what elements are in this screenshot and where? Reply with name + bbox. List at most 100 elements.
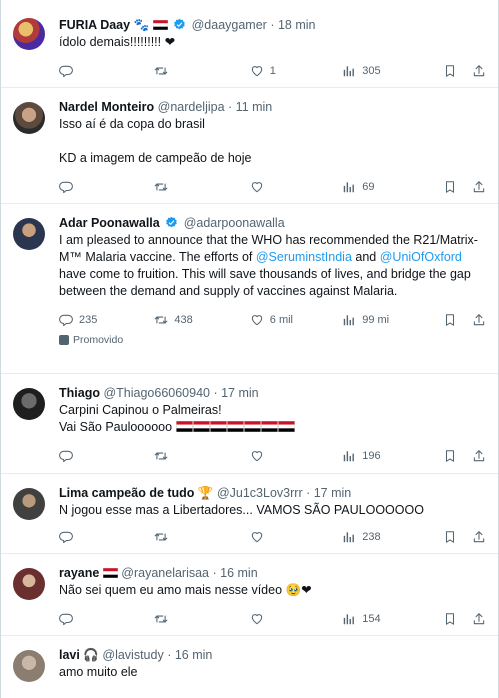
timestamp[interactable]: · 18 min [270, 18, 315, 32]
heart-icon [250, 64, 264, 78]
retweet-button[interactable] [154, 449, 249, 463]
share-button[interactable] [472, 530, 486, 544]
share-button[interactable] [472, 313, 486, 327]
paw-emoji: 🐾 [133, 18, 150, 32]
retweet-icon [154, 180, 168, 194]
avatar[interactable] [13, 102, 45, 134]
tweet-line: ídolo demais!!!!!!!!! ❤ [59, 35, 176, 49]
retweet-icon [154, 313, 168, 327]
action-bar: 154 [59, 604, 486, 634]
reply-button[interactable] [59, 612, 154, 626]
bookmark-button[interactable] [443, 313, 473, 327]
views-button[interactable]: 238 [342, 530, 442, 544]
retweet-button[interactable] [154, 180, 249, 194]
share-button[interactable] [472, 449, 486, 463]
reply-icon [59, 313, 73, 327]
bookmark-button[interactable] [443, 64, 473, 78]
tweet[interactable]: Thiago @Thiago66060940 · 17 min Carpini … [1, 374, 498, 474]
timestamp[interactable]: · 17 min [213, 386, 258, 400]
retweet-button[interactable] [154, 612, 249, 626]
heart-icon [250, 449, 264, 463]
heart-icon [250, 612, 264, 626]
retweet-button[interactable]: 438 [154, 313, 249, 327]
retweet-button[interactable] [154, 530, 249, 544]
tweet-text: I am pleased to announce that the WHO ha… [59, 233, 478, 298]
tweet-line: KD a imagem de campeão de hoje [59, 151, 252, 165]
author-handle[interactable]: @lavistudy [102, 648, 163, 662]
tweet[interactable]: rayane @rayanelarisaa · 16 min Não sei q… [1, 554, 498, 636]
tweet[interactable]: lavi 🎧 @lavistudy · 16 min amo muito ele [1, 636, 498, 698]
reply-icon [59, 612, 73, 626]
like-button[interactable]: 1 [250, 64, 342, 78]
tweet-text: ídolo demais!!!!!!!!! ❤ [59, 34, 486, 51]
author-name[interactable]: Adar Poonawalla [59, 216, 160, 230]
author-handle[interactable]: @Ju1c3Lov3rrr [217, 486, 303, 500]
tweet-line: N jogou esse mas a Libertadores... VAMOS… [59, 503, 424, 517]
timestamp[interactable]: · 11 min [228, 100, 272, 114]
reply-button[interactable] [59, 449, 154, 463]
reply-button[interactable] [59, 530, 154, 544]
mention-link[interactable]: @SeruminstIndia [256, 250, 352, 264]
share-button[interactable] [472, 180, 486, 194]
avatar[interactable] [13, 218, 45, 250]
like-button[interactable] [250, 449, 342, 463]
views-button[interactable]: 196 [342, 449, 442, 463]
action-bar: 69 [59, 172, 486, 202]
timestamp[interactable]: · 17 min [306, 486, 351, 500]
author-name[interactable]: Lima campeão de tudo 🏆 [59, 486, 213, 500]
share-icon [472, 530, 486, 544]
bookmark-button[interactable] [443, 612, 473, 626]
action-bar: 1 305 [59, 56, 486, 86]
views-button[interactable]: 305 [342, 64, 442, 78]
author-name[interactable]: rayane [59, 566, 99, 580]
author-handle[interactable]: @rayanelarisaa [121, 566, 209, 580]
like-button[interactable] [250, 612, 342, 626]
tweet[interactable]: Lima campeão de tudo 🏆 @Ju1c3Lov3rrr · 1… [1, 474, 498, 554]
like-button[interactable] [250, 530, 342, 544]
author-name[interactable]: Nardel Monteiro [59, 100, 154, 114]
flag-icon [153, 20, 168, 30]
action-bar: 238 [59, 522, 486, 552]
views-button[interactable]: 99 mi [342, 313, 442, 327]
avatar[interactable] [13, 568, 45, 600]
author-handle[interactable]: @adarpoonawalla [184, 216, 285, 230]
reply-button[interactable] [59, 64, 154, 78]
mention-link[interactable]: @UniOfOxford [380, 250, 462, 264]
bookmark-button[interactable] [443, 530, 473, 544]
author-name[interactable]: lavi 🎧 [59, 648, 99, 662]
avatar[interactable] [13, 488, 45, 520]
retweet-icon [154, 449, 168, 463]
flag-emojis [176, 420, 295, 434]
views-icon [342, 530, 356, 544]
avatar[interactable] [13, 650, 45, 682]
author-name[interactable]: FURIA Daay [59, 18, 130, 32]
share-button[interactable] [472, 64, 486, 78]
tweet-line: amo muito ele [59, 665, 138, 679]
avatar[interactable] [13, 388, 45, 420]
author-name[interactable]: Thiago [59, 386, 100, 400]
retweet-button[interactable] [154, 64, 249, 78]
author-handle[interactable]: @daaygamer [192, 18, 267, 32]
views-button[interactable]: 154 [342, 612, 442, 626]
bookmark-button[interactable] [443, 449, 473, 463]
tweet[interactable]: FURIA Daay 🐾 @daaygamer · 18 min ídolo d… [1, 0, 498, 88]
share-button[interactable] [472, 612, 486, 626]
promoted-tweet[interactable]: Adar Poonawalla @adarpoonawalla I am ple… [1, 204, 498, 374]
author-handle[interactable]: @Thiago66060940 [103, 386, 210, 400]
tweet-line: Vai São Pauloooooo [59, 420, 173, 434]
author-handle[interactable]: @nardeljipa [158, 100, 225, 114]
reply-button[interactable]: 235 [59, 313, 154, 327]
tweet-text: Isso aí é da copa do brasil KD a imagem … [59, 116, 486, 167]
reply-button[interactable] [59, 180, 154, 194]
timestamp[interactable]: · 16 min [213, 566, 258, 580]
like-button[interactable] [250, 180, 342, 194]
like-button[interactable]: 6 mil [250, 313, 342, 327]
share-icon [472, 449, 486, 463]
views-button[interactable]: 69 [342, 180, 442, 194]
timestamp[interactable]: · 16 min [167, 648, 212, 662]
avatar[interactable] [13, 18, 45, 50]
heart-icon [250, 313, 264, 327]
bookmark-button[interactable] [443, 180, 473, 194]
retweet-icon [154, 64, 168, 78]
tweet[interactable]: Nardel Monteiro @nardeljipa · 11 min Iss… [1, 88, 498, 204]
